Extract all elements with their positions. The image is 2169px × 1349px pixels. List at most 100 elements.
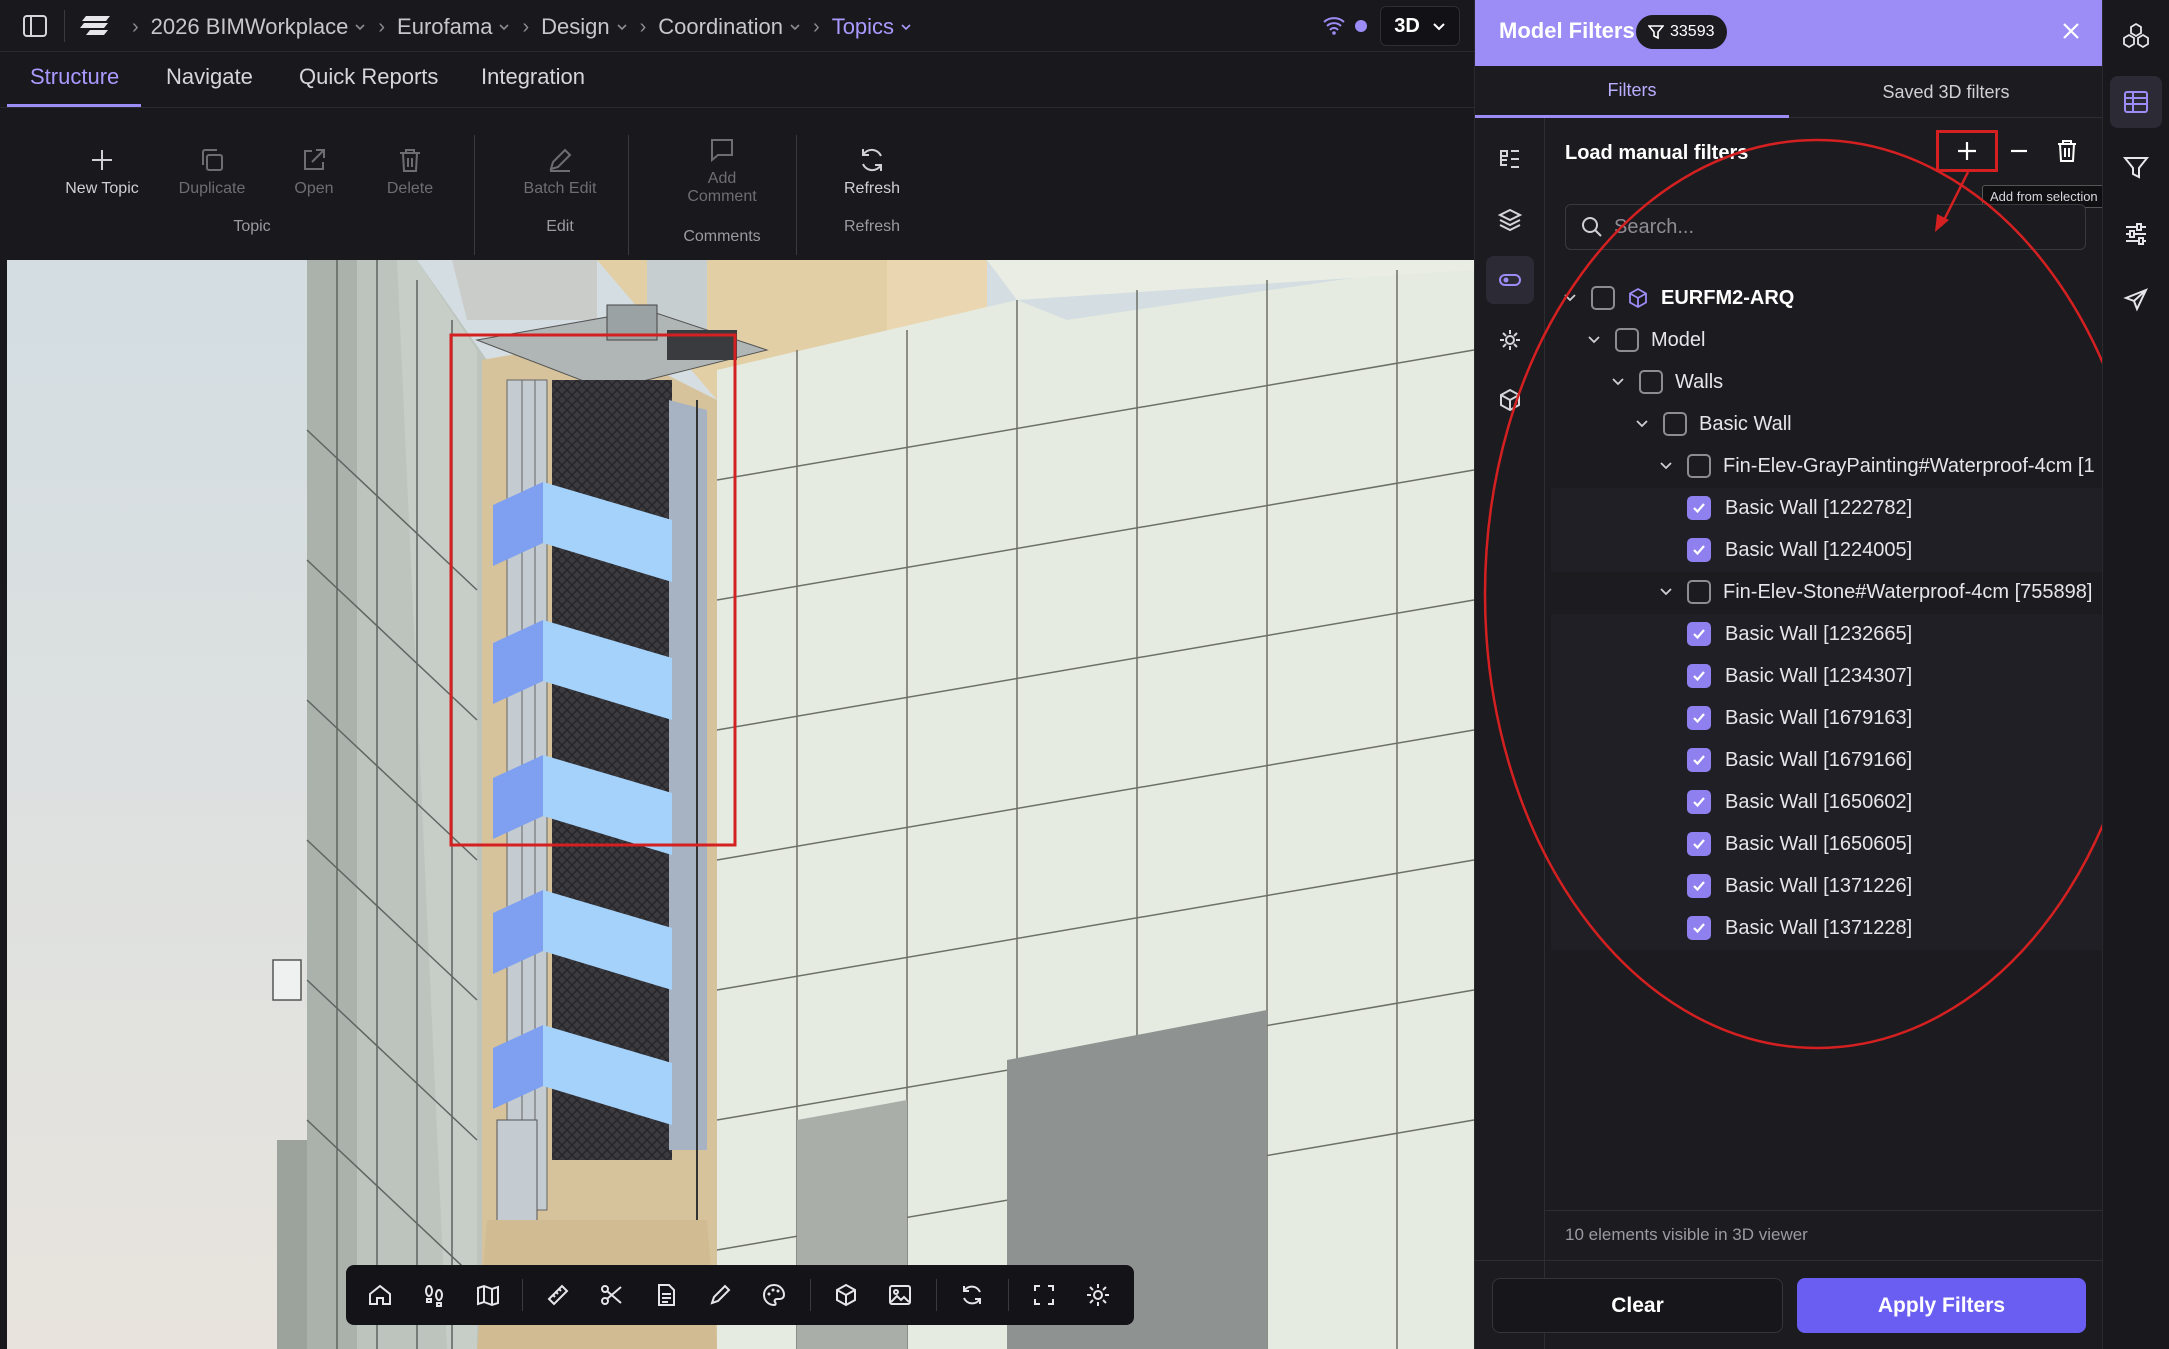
tree-leaf-1679163[interactable]: Basic Wall [1679163] xyxy=(1687,698,1912,738)
tree-checkbox-checked[interactable] xyxy=(1687,706,1711,730)
apps-button[interactable] xyxy=(2110,10,2162,62)
chevron-down-icon[interactable] xyxy=(1657,585,1675,599)
tab-integration[interactable]: Integration xyxy=(481,64,585,90)
model-button[interactable] xyxy=(830,1279,862,1311)
clear-filters-button[interactable] xyxy=(2055,138,2079,164)
tree-leaf-1222782[interactable]: Basic Wall [1222782] xyxy=(1687,488,1912,528)
tree-leaf-1234307[interactable]: Basic Wall [1234307] xyxy=(1687,656,1912,696)
measure-button[interactable] xyxy=(542,1279,574,1311)
app-logo-icon[interactable] xyxy=(80,14,112,36)
breadcrumb-item-stage[interactable]: Design xyxy=(541,14,627,40)
panel-settings-button[interactable] xyxy=(1486,316,1534,364)
new-topic-button[interactable]: New Topic xyxy=(57,140,147,198)
visible-elements-status: 10 elements visible in 3D viewer xyxy=(1565,1225,1808,1244)
tree-leaf-1650602[interactable]: Basic Wall [1650602] xyxy=(1687,782,1912,822)
view-mode-select[interactable]: 3D xyxy=(1380,6,1460,46)
tree-checkbox-checked[interactable] xyxy=(1687,916,1711,940)
adjustments-button[interactable] xyxy=(2110,208,2162,260)
map-button[interactable] xyxy=(472,1279,504,1311)
layers-button[interactable] xyxy=(1486,196,1534,244)
search-input-wrapper[interactable] xyxy=(1565,204,2086,250)
chevron-down-icon[interactable] xyxy=(1657,459,1675,473)
remove-selection-button[interactable] xyxy=(2009,141,2029,161)
tree-node-type-stone[interactable]: Fin-Elev-Stone#Waterproof-4cm [755898] xyxy=(1657,572,2092,612)
table-view-button[interactable] xyxy=(2110,76,2162,128)
cube-icon xyxy=(1500,388,1520,412)
tree-checkbox[interactable] xyxy=(1615,328,1639,352)
tree-leaf-1232665[interactable]: Basic Wall [1232665] xyxy=(1687,614,1912,654)
breadcrumb-item-workspace[interactable]: 2026 BIMWorkplace xyxy=(151,14,367,40)
tree-leaf-1371228[interactable]: Basic Wall [1371228] xyxy=(1687,908,1912,948)
viewer-settings-button[interactable] xyxy=(1082,1279,1114,1311)
batch-edit-button[interactable]: Batch Edit xyxy=(505,140,615,198)
tree-checkbox-checked[interactable] xyxy=(1687,622,1711,646)
tree-node-model-file[interactable]: EURFM2-ARQ xyxy=(1561,278,1794,318)
tree-checkbox-checked[interactable] xyxy=(1687,832,1711,856)
delete-button[interactable]: Delete xyxy=(365,140,455,198)
tab-saved-3d-filters[interactable]: Saved 3D filters xyxy=(1789,82,2103,103)
send-button[interactable] xyxy=(2110,274,2162,326)
chevron-down-icon[interactable] xyxy=(1585,333,1603,347)
tree-node-model[interactable]: Model xyxy=(1585,320,1705,360)
chevron-down-icon[interactable] xyxy=(1561,291,1579,305)
open-button[interactable]: Open xyxy=(269,140,359,198)
properties-button[interactable] xyxy=(650,1279,682,1311)
tree-checkbox[interactable] xyxy=(1687,580,1711,604)
tab-quick-reports[interactable]: Quick Reports xyxy=(299,64,438,90)
main-tabs: Structure Navigate Quick Reports Integra… xyxy=(0,52,1474,108)
tree-checkbox-checked[interactable] xyxy=(1687,790,1711,814)
reset-view-button[interactable] xyxy=(956,1279,988,1311)
3d-viewport[interactable] xyxy=(7,260,1474,1349)
filter-panel-button[interactable] xyxy=(2110,142,2162,194)
tree-checkbox-checked[interactable] xyxy=(1687,748,1711,772)
tab-active-indicator xyxy=(7,104,141,107)
close-icon[interactable] xyxy=(2059,19,2083,43)
appearance-button[interactable] xyxy=(758,1279,790,1311)
tree-checkbox-checked[interactable] xyxy=(1687,496,1711,520)
tab-structure[interactable]: Structure xyxy=(30,64,119,90)
sidebar-toggle-icon[interactable] xyxy=(22,13,48,39)
clear-button[interactable]: Clear xyxy=(1492,1278,1783,1333)
tab-navigate[interactable]: Navigate xyxy=(166,64,253,90)
refresh-button[interactable]: Refresh xyxy=(827,140,917,198)
chevron-down-icon[interactable] xyxy=(1609,375,1627,389)
breadcrumb-item-module[interactable]: Coordination xyxy=(658,14,801,40)
tree-leaf-1224005[interactable]: Basic Wall [1224005] xyxy=(1687,530,1912,570)
screenshot-button[interactable] xyxy=(884,1279,916,1311)
tree-node-basic-wall[interactable]: Basic Wall xyxy=(1633,404,1792,444)
filters-mode-button[interactable] xyxy=(1486,256,1534,304)
add-from-selection-button[interactable] xyxy=(1936,130,1998,172)
tree-node-walls[interactable]: Walls xyxy=(1609,362,1723,402)
tree-view-button[interactable] xyxy=(1486,136,1534,184)
chevron-down-icon[interactable] xyxy=(1633,417,1651,431)
tree-leaf-1650605[interactable]: Basic Wall [1650605] xyxy=(1687,824,1912,864)
fullscreen-button[interactable] xyxy=(1028,1279,1060,1311)
tree-checkbox[interactable] xyxy=(1591,286,1615,310)
tree-checkbox[interactable] xyxy=(1639,370,1663,394)
tree-checkbox-checked[interactable] xyxy=(1687,538,1711,562)
tree-checkbox[interactable] xyxy=(1687,454,1711,478)
home-view-button[interactable] xyxy=(364,1279,396,1311)
breadcrumb-item-project[interactable]: Eurofama xyxy=(397,14,510,40)
layers-icon xyxy=(1497,208,1523,232)
apply-filters-button[interactable]: Apply Filters xyxy=(1797,1278,2086,1333)
search-input[interactable] xyxy=(1614,215,2034,239)
pen-icon xyxy=(710,1284,731,1305)
tree-node-type-graypainting[interactable]: Fin-Elev-GrayPainting#Waterproof-4cm [1 xyxy=(1657,446,2095,486)
duplicate-button[interactable]: Duplicate xyxy=(167,140,257,198)
objects-button[interactable] xyxy=(1486,376,1534,424)
tree-checkbox[interactable] xyxy=(1663,412,1687,436)
add-comment-button[interactable]: Add Comment xyxy=(667,130,777,206)
breadcrumb-item-current[interactable]: Topics xyxy=(832,14,912,40)
walk-mode-button[interactable] xyxy=(418,1279,450,1311)
markup-button[interactable] xyxy=(704,1279,736,1311)
panel-header: Model Filters 33593 xyxy=(1475,0,2103,66)
tree-leaf-1371226[interactable]: Basic Wall [1371226] xyxy=(1687,866,1912,906)
section-cut-button[interactable] xyxy=(596,1279,628,1311)
tree-checkbox-checked[interactable] xyxy=(1687,874,1711,898)
building-model-render[interactable] xyxy=(7,260,1474,1349)
tree-leaf-1679166[interactable]: Basic Wall [1679166] xyxy=(1687,740,1912,780)
tab-filters[interactable]: Filters xyxy=(1475,80,1789,101)
tree-checkbox-checked[interactable] xyxy=(1687,664,1711,688)
wifi-icon xyxy=(1322,14,1346,36)
